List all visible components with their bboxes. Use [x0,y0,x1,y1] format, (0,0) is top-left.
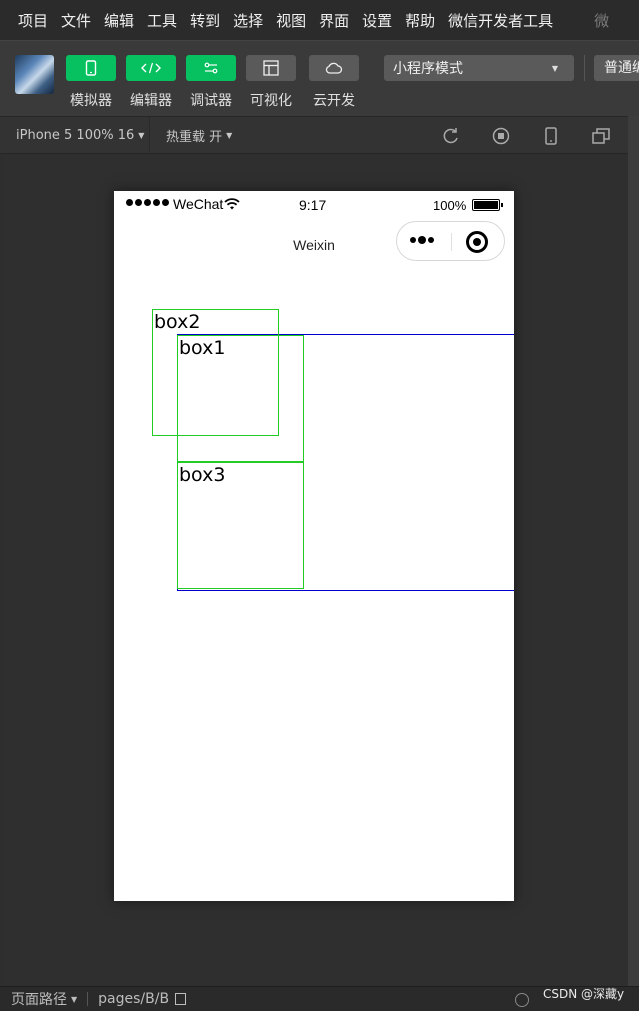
copy-icon[interactable] [175,993,187,1005]
watermark: CSDN @深藏y [543,987,625,1001]
hot-reload-value: 热重载 开 [166,129,223,145]
debugger-label: 调试器 [190,93,232,109]
battery-icon [472,199,503,211]
phone-screen: WeChat 9:17 100% Weixin box2 box1 box3 [114,191,514,901]
user-avatar[interactable] [15,55,54,94]
page-path-label[interactable]: 页面路径 [0,989,67,1009]
mode-select[interactable]: 小程序模式 ▼ [384,55,574,81]
refresh-icon[interactable] [441,126,461,146]
chevron-down-icon: ▼ [551,64,558,73]
close-mini-program-icon[interactable] [466,231,488,253]
menu-edit[interactable]: 编辑 [104,10,134,31]
bug-icon[interactable] [515,993,529,1007]
phone-icon[interactable] [66,55,116,81]
battery-percent: 100% [433,198,467,213]
hot-reload-select[interactable]: 热重载 开 ▼ [150,117,232,153]
mode-select-value: 小程序模式 [393,61,463,77]
menu-tools[interactable]: 工具 [147,10,177,31]
menu-view[interactable]: 视图 [276,10,306,31]
phone-status-bar: WeChat 9:17 100% [114,191,514,219]
toolbar-divider [584,55,585,81]
simulator-label: 模拟器 [70,93,112,109]
bottombar-divider [87,992,89,1006]
device-preview-icon[interactable] [541,126,561,146]
main-toolbar: 模拟器 编辑器 调试器 可视化 云开发 小程序模式 ▼ 普通编 [0,40,639,116]
visual-label: 可视化 [250,93,292,109]
debug-toggle-icon[interactable] [186,55,236,81]
chevron-down-icon[interactable]: ▼ [71,995,77,1004]
debugger-toggle[interactable]: 调试器 [186,55,236,110]
signal-icon [126,199,169,206]
box1: box1 [177,335,304,462]
menu-settings[interactable]: 设置 [362,10,392,31]
capsule-divider [451,233,452,251]
visual-toggle[interactable]: 可视化 [246,55,296,110]
cloud-dev-toggle[interactable]: 云开发 [309,55,359,110]
stop-record-icon[interactable] [491,126,511,146]
menu-capsule [396,221,505,261]
menu-bar: 项目 文件 编辑 工具 转到 选择 视图 界面 设置 帮助 微信开发者工具 微 [0,0,639,40]
window-title-fragment: 微 [594,11,610,30]
menu-goto[interactable]: 转到 [190,10,220,31]
menu-file[interactable]: 文件 [61,10,91,31]
status-time: 9:17 [299,197,327,213]
box3: box3 [177,462,304,589]
menu-select[interactable]: 选择 [233,10,263,31]
more-icon[interactable] [410,236,434,244]
menu-project[interactable]: 项目 [18,10,48,31]
device-select-value: iPhone 5 100% 16 [16,127,135,143]
code-icon[interactable] [126,55,176,81]
cloud-dev-label: 云开发 [313,93,355,109]
menu-help[interactable]: 帮助 [405,10,435,31]
simulator-bar: iPhone 5 100% 16 ▼ 热重载 开 ▼ [0,116,628,154]
panel-scrollbar[interactable] [628,116,639,986]
wifi-icon [224,198,240,210]
device-select[interactable]: iPhone 5 100% 16 ▼ [0,117,150,153]
simulator-toggle[interactable]: 模拟器 [66,55,116,110]
detach-window-icon[interactable] [591,126,611,146]
page-path-value: pages/B/B [98,991,170,1007]
menu-interface[interactable]: 界面 [319,10,349,31]
carrier-name: WeChat [173,196,224,212]
compile-mode-select[interactable]: 普通编 [594,55,639,81]
chevron-down-icon: ▼ [226,130,233,140]
cloud-icon[interactable] [309,55,359,81]
layout-icon[interactable] [246,55,296,81]
chevron-down-icon: ▼ [138,130,145,140]
menu-wechat-devtools[interactable]: 微信开发者工具 [448,10,553,31]
editor-toggle[interactable]: 编辑器 [126,55,176,110]
editor-label: 编辑器 [130,93,172,109]
